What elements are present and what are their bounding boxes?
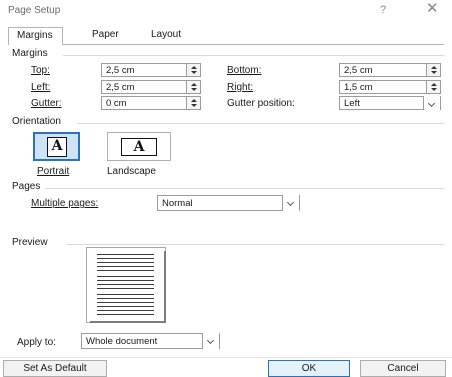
tab-layout-label: Layout [151, 29, 182, 40]
gutter-label: Gutter: [31, 98, 62, 109]
right-margin-field[interactable]: 1,5 cm [339, 80, 441, 94]
orientation-group-label: Orientation [12, 116, 61, 127]
preview-group-label: Preview [12, 237, 48, 248]
preview-line [97, 310, 154, 311]
preview-line [97, 254, 154, 255]
help-icon[interactable]: ? [380, 4, 386, 16]
portrait-page-icon: A [47, 137, 67, 157]
pages-group-label: Pages [12, 181, 41, 192]
dialog-title: Page Setup [8, 5, 61, 16]
top-margin-field[interactable]: 2,5 cm [101, 63, 201, 77]
bottom-margin-spinner[interactable] [426, 63, 441, 77]
chevron-down-icon[interactable] [202, 333, 219, 349]
bottom-margin-field[interactable]: 2,5 cm [339, 63, 441, 77]
apply-to-label: Apply to: [17, 337, 56, 348]
bottom-margin-value: 2,5 cm [344, 65, 373, 76]
multiple-pages-label-text: Multiple pages: [31, 198, 99, 209]
gutter-spinner[interactable] [186, 96, 201, 110]
margins-group-divider [63, 55, 444, 56]
tab-margins-label: Margins [17, 30, 53, 41]
portrait-label: Portrait [37, 166, 69, 177]
chevron-down-icon[interactable] [423, 96, 440, 110]
landscape-page-icon: A [121, 138, 157, 156]
multiple-pages-label: Multiple pages: [31, 198, 98, 209]
title-bar: Page Setup ? ✕ [0, 0, 452, 22]
preview-line [97, 276, 154, 277]
bottom-label-text: Bottom: [227, 65, 262, 76]
gutter-label-text: Gutter: [31, 98, 62, 109]
multiple-pages-value: Normal [162, 198, 193, 209]
gutter-position-value: Left [344, 98, 360, 109]
ok-button[interactable]: OK [268, 360, 350, 377]
landscape-label: Landscape [107, 166, 156, 177]
left-margin-value: 2,5 cm [106, 82, 135, 93]
bottom-label: Bottom: [227, 65, 261, 76]
left-margin-spinner[interactable] [186, 80, 201, 94]
cancel-button[interactable]: Cancel [360, 360, 446, 377]
tab-margins[interactable]: Margins [8, 27, 63, 45]
landscape-button[interactable]: A [107, 132, 171, 161]
footer-divider [0, 357, 452, 358]
preview-line [97, 270, 154, 271]
preview-line [97, 294, 154, 295]
gutter-value: 0 cm [106, 98, 127, 109]
top-label: Top: [31, 65, 50, 76]
gutter-position-select[interactable]: Left [339, 96, 441, 110]
chevron-down-icon[interactable] [282, 195, 299, 211]
ok-label: OK [301, 363, 317, 374]
left-margin-field[interactable]: 2,5 cm [101, 80, 201, 94]
preview-line [97, 298, 154, 299]
portrait-label-text: Portrait [37, 166, 70, 177]
tab-paper[interactable]: Paper [84, 27, 127, 44]
right-margin-value: 1,5 cm [344, 82, 373, 93]
preview-line [97, 306, 154, 307]
preview-page [86, 247, 166, 323]
preview-line [97, 258, 154, 259]
top-label-text: Top: [31, 65, 50, 76]
preview-line [97, 280, 154, 281]
preview-line [97, 288, 154, 289]
preview-line [97, 302, 154, 303]
right-label-text: Right: [227, 82, 254, 93]
orientation-group-divider [77, 123, 444, 124]
tab-divider [8, 44, 444, 45]
margins-group-label: Margins [12, 48, 48, 59]
top-margin-value: 2,5 cm [106, 65, 135, 76]
pages-group-divider [45, 188, 444, 189]
preview-line [97, 284, 154, 285]
left-label-text: Left: [31, 82, 51, 93]
right-label: Right: [227, 82, 253, 93]
preview-line [97, 266, 154, 267]
cancel-label: Cancel [387, 363, 419, 374]
gutter-field[interactable]: 0 cm [101, 96, 201, 110]
preview-group-divider [67, 244, 444, 245]
preview-line [97, 314, 154, 315]
tab-paper-label: Paper [92, 29, 119, 40]
set-as-default-label: Set As Default [23, 363, 87, 374]
left-label: Left: [31, 82, 50, 93]
tab-layout[interactable]: Layout [143, 27, 189, 44]
top-margin-spinner[interactable] [186, 63, 201, 77]
right-margin-spinner[interactable] [426, 80, 441, 94]
portrait-button[interactable]: A [33, 132, 80, 161]
set-as-default-button[interactable]: Set As Default [3, 360, 107, 377]
apply-to-value: Whole document [86, 336, 158, 347]
multiple-pages-select[interactable]: Normal [157, 195, 300, 211]
preview-line [97, 262, 154, 263]
close-icon[interactable]: ✕ [426, 1, 439, 17]
gutter-position-label: Gutter position: [227, 98, 295, 109]
apply-to-select[interactable]: Whole document [81, 333, 220, 349]
